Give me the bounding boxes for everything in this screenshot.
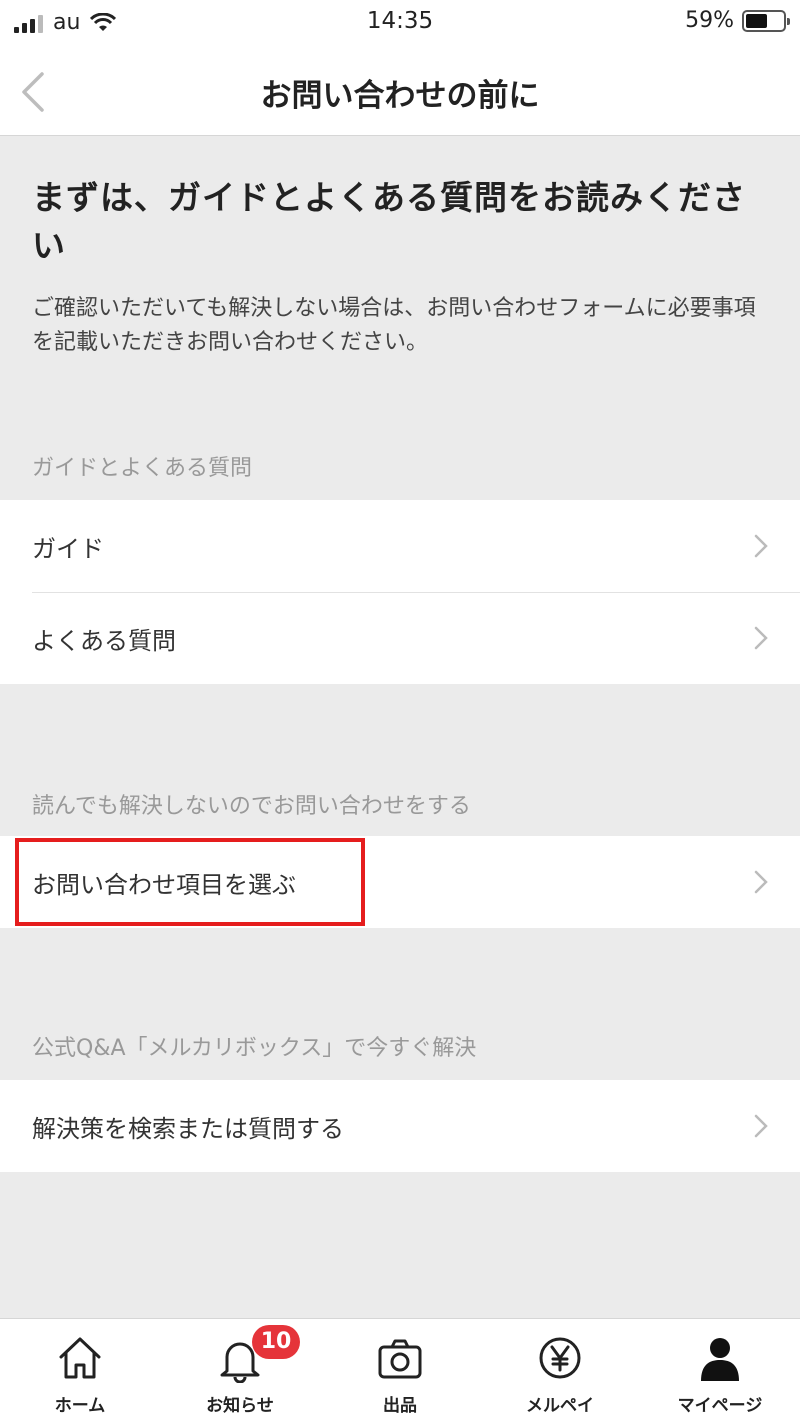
intro-heading: まずは、ガイドとよくある質問をお読みください: [32, 178, 746, 265]
battery-icon: [742, 9, 790, 32]
chevron-right-icon: [754, 870, 768, 894]
list-item-choose-inquiry[interactable]: お問い合わせ項目を選ぶ: [0, 836, 800, 928]
list-qa: 解決策を検索または質問する: [0, 1080, 800, 1172]
status-time: 14:35: [366, 8, 434, 34]
page-title: お問い合わせの前に: [260, 78, 540, 114]
tab-label: お知らせ: [206, 1396, 274, 1416]
tab-label: マイページ: [677, 1396, 763, 1416]
list-item-search-solution[interactable]: 解決策を検索または質問する: [0, 1080, 800, 1172]
list-guide: ガイド よくある質問: [0, 500, 800, 684]
tab-bar: ホーム 10 お知らせ 出品 メルペイ マイページ: [0, 1318, 800, 1422]
intro-block: まずは、ガイドとよくある質問をお読みください ご確認いただいても解決しない場合は…: [0, 136, 800, 360]
notification-badge: 10: [252, 1325, 300, 1359]
person-icon: [701, 1338, 739, 1381]
tab-sell[interactable]: 出品: [320, 1319, 480, 1422]
battery-fill: [746, 13, 768, 28]
list-item-guide[interactable]: ガイド: [0, 500, 800, 592]
battery-percent: 59%: [685, 8, 734, 33]
chevron-right-icon: [754, 534, 768, 558]
tab-mypage[interactable]: マイページ: [640, 1319, 800, 1422]
list-item-label: お問い合わせ項目を選ぶ: [32, 870, 296, 899]
chevron-right-icon: [754, 626, 768, 650]
tab-merpay[interactable]: メルペイ: [480, 1319, 640, 1422]
list-item-label: 解決策を検索または質問する: [32, 1114, 344, 1143]
tab-label: メルペイ: [526, 1396, 594, 1416]
section-header-contact: 読んでも解決しないのでお問い合わせをする: [32, 794, 471, 819]
nav-bar: お問い合わせの前に: [0, 48, 800, 136]
status-bar: au 14:35 59%: [0, 0, 800, 48]
home-icon: [59, 1337, 101, 1379]
section-header-guide: ガイドとよくある質問: [32, 456, 253, 481]
status-right: 59%: [685, 8, 790, 33]
list-item-label: ガイド: [32, 534, 104, 563]
list-contact: お問い合わせ項目を選ぶ: [0, 836, 800, 928]
tab-notifications[interactable]: 10 お知らせ: [160, 1319, 320, 1422]
chevron-right-icon: [754, 1114, 768, 1138]
yen-coin-icon: [539, 1337, 581, 1379]
intro-description: ご確認いただいても解決しない場合は、お問い合わせフォームに必要事項を記載いただき…: [32, 296, 756, 355]
list-item-faq[interactable]: よくある質問: [0, 592, 800, 684]
tab-label: 出品: [383, 1396, 417, 1416]
tab-home[interactable]: ホーム: [0, 1319, 160, 1422]
camera-icon: [378, 1339, 422, 1379]
list-item-label: よくある質問: [32, 626, 176, 655]
tab-label: ホーム: [54, 1396, 106, 1416]
section-header-qa: 公式Q&A「メルカリボックス」で今すぐ解決: [32, 1036, 477, 1061]
